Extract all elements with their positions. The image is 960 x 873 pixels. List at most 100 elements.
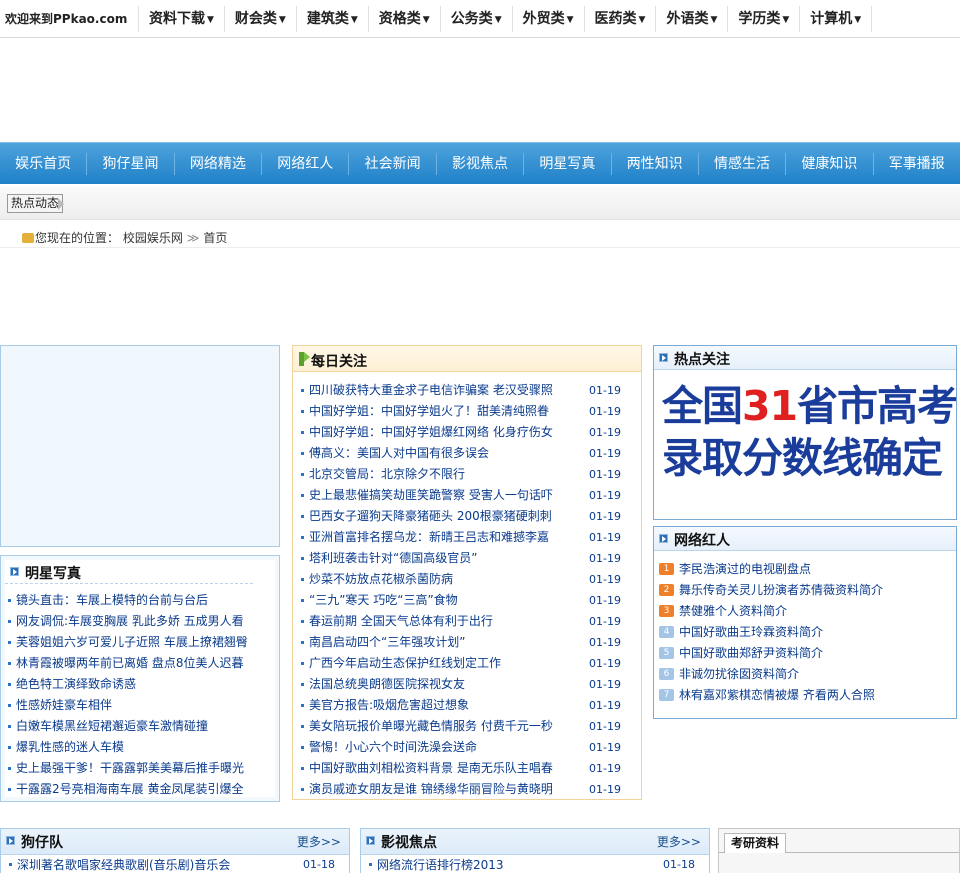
list-item[interactable]: 5 中国好歌曲郑舒尹资料简介 bbox=[654, 643, 956, 664]
list-item[interactable]: 北京交管局：北京除夕不限行 01-19 bbox=[293, 464, 641, 485]
list-item[interactable]: 亚洲首富排名摆乌龙：新晴王吕志和难撼李嘉 01-19 bbox=[293, 527, 641, 548]
nav-home[interactable]: 娱乐首页 bbox=[0, 143, 86, 185]
rank-badge: 5 bbox=[659, 647, 674, 659]
arrow-box-icon bbox=[6, 836, 15, 845]
caret-down-icon: ▼ bbox=[207, 14, 214, 25]
caret-down-icon: ▼ bbox=[638, 14, 646, 25]
topnav-item-qualification[interactable]: 资格类 ▼ bbox=[369, 0, 440, 38]
list-item-title: 傅高义：美国人对中国有很多误会 bbox=[309, 446, 490, 460]
divider bbox=[0, 38, 960, 40]
topnav-label: 财会类 bbox=[234, 10, 277, 27]
star-photos-title: 明星写真 bbox=[25, 566, 81, 582]
topnav-item-education[interactable]: 学历类 ▼ bbox=[728, 0, 799, 38]
list-item[interactable]: 美官方报告:吸烟危害超过想象 01-19 bbox=[293, 695, 641, 716]
list-item-date: 01-19 bbox=[589, 384, 621, 397]
nav-health[interactable]: 健康知识 bbox=[786, 143, 872, 185]
topnav-item-downloads[interactable]: 资料下载 ▼ bbox=[139, 0, 224, 38]
topnav-label: 资料下载 bbox=[149, 10, 205, 27]
list-item-date: 01-19 bbox=[589, 762, 621, 775]
daily-focus-header: 每日关注 bbox=[293, 346, 641, 372]
topnav-item-medicine[interactable]: 医药类 ▼ bbox=[585, 0, 656, 38]
list-item[interactable]: 4 中国好歌曲王玲霖资料简介 bbox=[654, 622, 956, 643]
list-item[interactable]: 广西今年启动生态保护红线划定工作 01-19 bbox=[293, 653, 641, 674]
nav-film-focus[interactable]: 影视焦点 bbox=[437, 143, 523, 185]
list-item[interactable]: 警惕！小心六个时间洗澡会送命 01-19 bbox=[293, 737, 641, 758]
list-item[interactable]: 南昌启动四个“三年强攻计划” 01-19 bbox=[293, 632, 641, 653]
list-item[interactable]: 7 林宥嘉邓紫棋恋情被爆 齐看两人合照 bbox=[654, 685, 956, 706]
list-item[interactable]: 绝色特工演绎致命诱惑 bbox=[5, 674, 275, 695]
list-item[interactable]: 3 禁健雅个人资料简介 bbox=[654, 601, 956, 622]
list-item-title: 巴西女子遛狗天降豪猪砸头 200根豪猪硬刺刺 bbox=[309, 509, 552, 523]
nav-military[interactable]: 军事播报 bbox=[874, 143, 960, 185]
nav-web-picks[interactable]: 网络精选 bbox=[175, 143, 261, 185]
hot-focus-title: 热点关注 bbox=[674, 352, 730, 368]
list-item[interactable]: 爆乳性感的迷人车模 bbox=[5, 737, 275, 758]
list-item[interactable]: 网络流行语排行榜2013 01-18 bbox=[361, 855, 709, 873]
list-item[interactable]: 史上最强干爹！干露露郭美美幕后推手曝光 bbox=[5, 758, 275, 779]
list-item-title: 法国总统奥朗德医院探视女友 bbox=[309, 677, 466, 691]
list-item-title: 史上最悲催搞笑劫匪笑跪警察 受害人一句话吓 bbox=[309, 488, 553, 502]
topnav-item-accounting[interactable]: 财会类 ▼ bbox=[225, 0, 296, 38]
list-item[interactable]: 芙蓉姐姐六岁可爱儿子近照 车展上撩裙翘臀 bbox=[5, 632, 275, 653]
list-item-title: 中国好学姐：中国好学姐火了！甜美清纯照眷 bbox=[309, 404, 550, 418]
nav-relationships[interactable]: 两性知识 bbox=[612, 143, 698, 185]
list-item[interactable]: 2 舞乐传奇关灵儿扮演者苏倩薇资料简介 bbox=[654, 580, 956, 601]
list-item[interactable]: 1 李民浩演过的电视剧盘点 bbox=[654, 559, 956, 580]
list-item[interactable]: 演员戚迹女朋友是谁 锦绣缘华丽冒险与黄晓明 01-19 bbox=[293, 779, 641, 800]
list-item-date: 01-19 bbox=[589, 594, 621, 607]
list-item[interactable]: 法国总统奥朗德医院探视女友 01-19 bbox=[293, 674, 641, 695]
list-item[interactable]: 傅高义：美国人对中国有很多误会 01-19 bbox=[293, 443, 641, 464]
home-icon bbox=[22, 233, 34, 243]
daily-focus-title: 每日关注 bbox=[311, 354, 367, 370]
list-item[interactable]: 塔利班袭击针对“德国高级官员” 01-19 bbox=[293, 548, 641, 569]
list-item[interactable]: 干露露2号亮相海南车展 黄金凤尾装引爆全 bbox=[5, 779, 275, 800]
breadcrumb: 您现在的位置： 校园娱乐网 ≫ 首页 bbox=[0, 228, 960, 248]
list-item[interactable]: “三九”寒天 巧吃“三高”食物 01-19 bbox=[293, 590, 641, 611]
nav-paparazzi[interactable]: 狗仔星闻 bbox=[87, 143, 173, 185]
nav-social-news[interactable]: 社会新闻 bbox=[349, 143, 435, 185]
list-item[interactable]: 深圳著名歌唱家经典歌剧(音乐剧)音乐会 01-18 bbox=[1, 855, 349, 873]
film-focus-more-link[interactable]: 更多>> bbox=[657, 833, 701, 850]
list-item[interactable]: 中国好学姐：中国好学姐火了！甜美清纯照眷 01-19 bbox=[293, 401, 641, 422]
list-item[interactable]: 美女陪玩报价单曝光藏色情服务 付费千元一秒 01-19 bbox=[293, 716, 641, 737]
list-item[interactable]: 林青霞被曝两年前已离婚 盘点8位美人迟暮 bbox=[5, 653, 275, 674]
film-focus-header: 影视焦点 更多>> bbox=[361, 829, 709, 855]
promo-text: 省市高考 bbox=[797, 382, 958, 430]
topnav-item-construction[interactable]: 建筑类 ▼ bbox=[297, 0, 368, 38]
list-item-title: 广西今年启动生态保护红线划定工作 bbox=[309, 656, 502, 670]
list-item[interactable]: 春运前期 全国天气总体有利于出行 01-19 bbox=[293, 611, 641, 632]
star-photos-inner: 明星写真 镜头直击：车展上模特的台前与台后 网友调侃:车展变胸展 乳此多娇 五成男… bbox=[5, 560, 275, 797]
list-item-title: 舞乐传奇关灵儿扮演者苏倩薇资料简介 bbox=[679, 583, 884, 597]
list-item[interactable]: 镜头直击：车展上模特的台前与台后 bbox=[5, 590, 275, 611]
list-item[interactable]: 巴西女子遛狗天降豪猪砸头 200根豪猪硬刺刺 01-19 bbox=[293, 506, 641, 527]
paparazzi-title: 狗仔队 bbox=[21, 835, 63, 851]
list-item[interactable]: 炒菜不妨放点花椒杀菌防病 01-19 bbox=[293, 569, 641, 590]
topnav-item-language[interactable]: 外语类 ▼ bbox=[656, 0, 727, 38]
list-item[interactable]: 6 非诚勿扰徐囡资料简介 bbox=[654, 664, 956, 685]
list-item[interactable]: 中国好学姐：中国好学姐爆红网络 化身疗伤女 01-19 bbox=[293, 422, 641, 443]
list-item[interactable]: 四川破获特大重金求子电信诈骗案 老汉受骤照 01-19 bbox=[293, 380, 641, 401]
arrow-box-icon bbox=[659, 534, 668, 543]
nav-emotions[interactable]: 情感生活 bbox=[699, 143, 785, 185]
list-item[interactable]: 白嫩车模黑丝短裙邂逅豪车激情碰撞 bbox=[5, 716, 275, 737]
list-item[interactable]: 中国好歌曲刘相松资料背景 是南无乐队主唱春 01-19 bbox=[293, 758, 641, 779]
nav-internet-celebs[interactable]: 网络红人 bbox=[262, 143, 348, 185]
paparazzi-more-link[interactable]: 更多>> bbox=[297, 833, 341, 850]
breadcrumb-current[interactable]: 首页 bbox=[203, 231, 227, 245]
topnav-item-computer[interactable]: 计算机 ▼ bbox=[800, 0, 871, 38]
breadcrumb-site-link[interactable]: 校园娱乐网 bbox=[123, 231, 183, 245]
nav-star-photos[interactable]: 明星写真 bbox=[524, 143, 610, 185]
tab-kaoyan[interactable]: 考研资料 bbox=[724, 833, 787, 853]
gaokao-promo-banner[interactable]: 全国31省市高考 录取分数线确定 bbox=[662, 380, 958, 490]
topnav-item-trade[interactable]: 外贸类 ▼ bbox=[513, 0, 584, 38]
list-item[interactable]: 史上最悲催搞笑劫匪笑跪警察 受害人一句话吓 01-19 bbox=[293, 485, 641, 506]
list-item-title: 美官方报告:吸烟危害超过想象 bbox=[309, 698, 470, 712]
promo-number: 31 bbox=[742, 382, 798, 430]
promo-line-2: 录取分数线确定 bbox=[662, 434, 943, 482]
caret-down-icon: ▼ bbox=[494, 14, 502, 25]
list-item[interactable]: 网友调侃:车展变胸展 乳此多娇 五成男人看 bbox=[5, 611, 275, 632]
list-item[interactable]: 性感娇娃豪车相伴 bbox=[5, 695, 275, 716]
topnav-item-civil-service[interactable]: 公务类 ▼ bbox=[441, 0, 512, 38]
rank-badge: 6 bbox=[659, 668, 674, 680]
hot-news-bar: 热点动态 bbox=[0, 186, 960, 220]
